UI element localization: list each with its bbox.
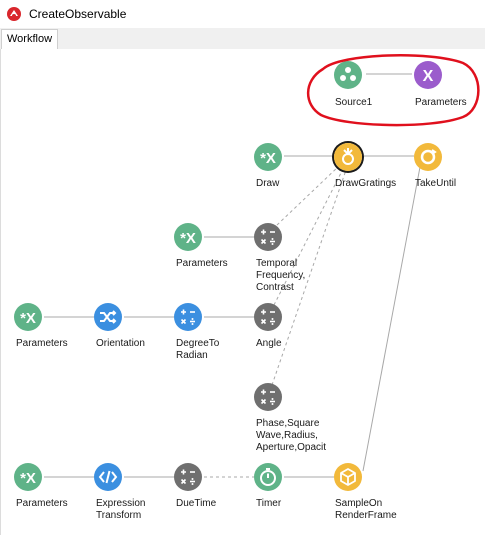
node-phase-label: Phase,Square Wave,Radius, Aperture,Opaci… <box>256 418 327 453</box>
shuffle-icon <box>94 303 122 331</box>
node-degreetoradian-label: DegreeTo Radian <box>176 338 220 361</box>
node-parameters-bottom-label: Parameters <box>16 498 68 509</box>
node-expressiontransform[interactable] <box>94 463 122 491</box>
node-duetime[interactable] <box>174 463 202 491</box>
node-parameters-bottom[interactable]: *X <box>14 463 42 491</box>
node-timer[interactable] <box>254 463 282 491</box>
node-parameters-temporal-label: Parameters <box>176 258 228 269</box>
property-mapping-icon: X <box>414 61 442 89</box>
node-parameters-top[interactable]: X <box>414 61 442 89</box>
cube-icon <box>334 463 362 491</box>
node-source1-label: Source1 <box>335 97 373 108</box>
node-orientation[interactable] <box>94 303 122 331</box>
node-phase[interactable] <box>254 383 282 411</box>
svg-text:X: X <box>423 68 434 85</box>
node-timer-label: Timer <box>256 498 282 509</box>
node-angle-label: Angle <box>256 338 282 349</box>
take-until-icon <box>414 143 442 171</box>
node-source1[interactable] <box>334 61 362 89</box>
math-icon <box>174 303 202 331</box>
window-titlebar: CreateObservable <box>0 0 485 29</box>
svg-text:*X: *X <box>20 310 36 327</box>
node-temporal[interactable] <box>254 223 282 251</box>
app-logo-icon <box>7 7 21 21</box>
node-parameters-orientation-label: Parameters <box>16 338 68 349</box>
source-icon <box>334 61 362 89</box>
property-mapping-icon: *X <box>254 143 282 171</box>
node-orientation-label: Orientation <box>96 338 145 349</box>
svg-text:*X: *X <box>260 150 276 167</box>
node-parameters-orientation[interactable]: *X <box>14 303 42 331</box>
node-parameters-top-label: Parameters <box>415 97 467 108</box>
property-mapping-icon: *X <box>174 223 202 251</box>
property-mapping-icon: *X <box>14 463 42 491</box>
workflow-canvas[interactable]: Source1 X Parameters *X Draw DrawGrating… <box>0 49 485 535</box>
workflow-edges <box>44 73 421 478</box>
node-temporal-label: Temporal Frequency, Contrast <box>256 258 306 293</box>
svg-text:*X: *X <box>180 230 196 247</box>
node-angle[interactable] <box>254 303 282 331</box>
node-drawgratings[interactable] <box>334 143 362 171</box>
node-duetime-label: DueTime <box>176 498 217 509</box>
node-degreetoradian[interactable] <box>174 303 202 331</box>
property-mapping-icon: *X <box>14 303 42 331</box>
expression-icon <box>254 383 282 411</box>
edge-sampleonrenderframe-takeuntil <box>362 166 421 472</box>
expression-icon <box>254 303 282 331</box>
node-sampleonrenderframe[interactable] <box>334 463 362 491</box>
node-draw[interactable]: *X <box>254 143 282 171</box>
node-drawgratings-label: DrawGratings <box>335 178 397 189</box>
tab-workflow[interactable]: Workflow <box>1 29 59 50</box>
node-takeuntil-label: TakeUntil <box>415 178 457 189</box>
draw-gratings-icon <box>334 143 362 171</box>
expression-icon <box>254 223 282 251</box>
node-takeuntil[interactable] <box>414 143 442 171</box>
node-parameters-temporal[interactable]: *X <box>174 223 202 251</box>
node-draw-label: Draw <box>256 178 280 189</box>
node-sampleonrenderframe-label: SampleOn RenderFrame <box>335 498 397 521</box>
timer-icon <box>254 463 282 491</box>
window-title: CreateObservable <box>29 7 127 21</box>
svg-text:*X: *X <box>20 470 36 487</box>
tab-strip: Workflow <box>0 28 485 50</box>
code-icon <box>94 463 122 491</box>
expression-icon <box>174 463 202 491</box>
node-expressiontransform-label: Expression Transform <box>96 498 146 521</box>
